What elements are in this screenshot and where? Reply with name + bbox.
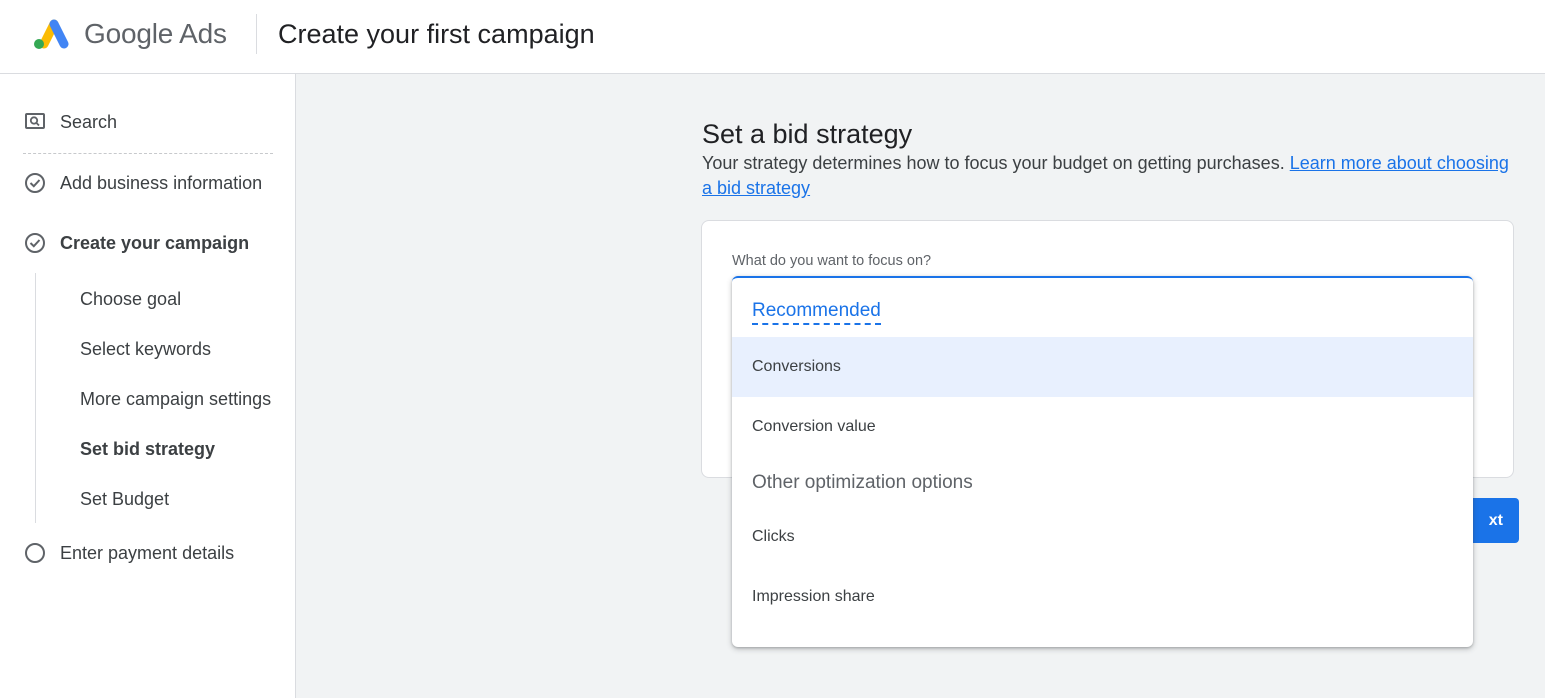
option-conversion-value[interactable]: Conversion value (732, 397, 1473, 457)
brand-name: Google Ads (84, 16, 227, 52)
option-impression-share[interactable]: Impression share (732, 567, 1473, 627)
option-label: Conversions (752, 358, 841, 375)
sidebar-item-create-campaign[interactable]: Create your campaign (24, 231, 249, 255)
page-title: Create your first campaign (278, 19, 595, 49)
substep-more-settings[interactable]: More campaign settings (80, 387, 271, 411)
check-circle-icon (25, 173, 45, 193)
brand-ads: Ads (179, 18, 227, 49)
option-conversions[interactable]: Conversions (732, 337, 1473, 397)
focus-label: What do you want to focus on? (732, 253, 932, 269)
sidebar: Search Add business information Create y… (0, 74, 296, 698)
sidebar-item-business-info[interactable]: Add business information (24, 171, 262, 195)
empty-circle-icon (25, 543, 45, 563)
sidebar-item-label: Enter payment details (60, 542, 235, 563)
substep-set-bid-strategy[interactable]: Set bid strategy (80, 437, 215, 461)
description-text: Your strategy determines how to focus yo… (702, 153, 1285, 173)
sidebar-item-label: Add business information (60, 172, 263, 193)
check-circle-icon (25, 233, 45, 253)
sidebar-item-payment[interactable]: Enter payment details (24, 541, 234, 565)
header-divider (256, 14, 257, 54)
option-clicks[interactable]: Clicks (732, 507, 1473, 567)
option-label: Impression share (752, 588, 875, 605)
sidebar-item-search[interactable]: Search (24, 110, 117, 134)
substep-set-budget[interactable]: Set Budget (80, 487, 169, 511)
group-header-other: Other optimization options (752, 472, 973, 493)
substep-line (35, 273, 36, 523)
option-label: Conversion value (752, 418, 876, 435)
top-header: Google Ads Create your first campaign (0, 0, 1545, 74)
group-header-recommended: Recommended (752, 300, 881, 325)
brand-google: Google (84, 18, 174, 49)
option-label: Clicks (752, 528, 795, 545)
sidebar-item-label: Search (60, 111, 118, 132)
substep-choose-goal[interactable]: Choose goal (80, 287, 181, 311)
search-box-icon (25, 113, 45, 129)
google-ads-logo-icon (34, 19, 69, 49)
section-description: Your strategy determines how to focus yo… (702, 151, 1522, 201)
section-title: Set a bid strategy (702, 119, 913, 149)
sidebar-item-label: Create your campaign (60, 232, 250, 253)
focus-dropdown-menu[interactable]: Recommended Conversions Conversion value… (732, 276, 1473, 647)
substep-select-keywords[interactable]: Select keywords (80, 337, 211, 361)
divider (23, 153, 273, 154)
